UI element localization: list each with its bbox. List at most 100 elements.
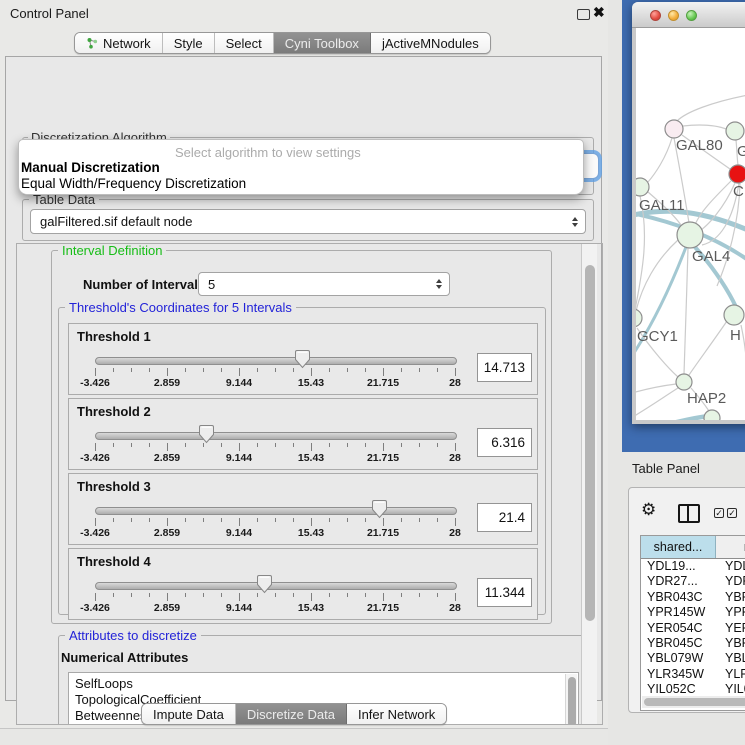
network-window-titlebar[interactable] <box>632 2 745 28</box>
tab-discretize-data[interactable]: Discretize Data <box>236 704 347 724</box>
interval-definition-groupbox: Interval Definition Number of Intervals … <box>51 250 552 624</box>
threshold-3-panel: Threshold 3-3.4262.8599.14415.4321.71528… <box>68 473 538 545</box>
slider-thumb[interactable] <box>198 424 215 444</box>
tab-label: jActiveMNodules <box>382 36 479 51</box>
network-node[interactable] <box>665 120 683 138</box>
scrollbar-thumb[interactable] <box>585 265 595 621</box>
slider-thumb[interactable] <box>294 349 311 369</box>
node-table: shared... n... YDL19...YDL1YDR27...YDR2Y… <box>640 535 745 711</box>
float-window-icon[interactable] <box>577 9 590 20</box>
network-edge[interactable] <box>741 325 745 390</box>
network-node[interactable] <box>636 309 642 327</box>
zoom-traffic-light[interactable] <box>686 10 697 21</box>
network-edge[interactable] <box>636 240 678 311</box>
right-region: GAL80GACGAL11GAL4HGCY1HAP2 Table Panel ⚙… <box>608 0 745 745</box>
threshold-4-panel: Threshold 4-3.4262.8599.14415.4321.71528… <box>68 548 538 620</box>
table-row[interactable]: YLR345WYLR3 <box>641 667 745 682</box>
tab-label: Impute Data <box>153 707 224 722</box>
slider-track[interactable] <box>95 432 457 440</box>
column-header-shared[interactable]: shared... <box>641 536 716 558</box>
threshold-rows: Threshold 1 -3.4262.8599.14415.4321.71528… <box>68 323 538 623</box>
slider-thumb[interactable] <box>256 574 273 594</box>
tab-infer-network[interactable]: Infer Network <box>347 704 446 724</box>
algorithm-option-equal-width[interactable]: Equal Width/Frequency Discretization <box>21 176 246 191</box>
slider-track[interactable] <box>95 507 457 515</box>
network-icon <box>86 37 98 49</box>
network-edge[interactable] <box>648 138 672 182</box>
network-edge[interactable] <box>636 415 715 420</box>
table-panel: ⚙ ✓ ✓ shared... n... YDL19...YDL1YDR27..… <box>628 487 745 713</box>
threshold-value-field[interactable]: 11.344 <box>477 578 532 607</box>
minimize-traffic-light[interactable] <box>668 10 679 21</box>
network-node[interactable] <box>676 374 692 390</box>
split-columns-icon[interactable] <box>678 504 700 523</box>
slider-thumb[interactable] <box>371 499 388 519</box>
algorithm-option-manual[interactable]: Manual Discretization <box>21 160 160 175</box>
slider-tick-labels: -3.4262.8599.14415.4321.71528 <box>95 452 455 464</box>
tab-jactivemnodules[interactable]: jActiveMNodules <box>371 33 490 53</box>
network-node[interactable] <box>724 305 744 325</box>
network-edge[interactable] <box>684 248 688 374</box>
threshold-label: Threshold 1 <box>77 329 151 344</box>
tab-label: Network <box>103 36 151 51</box>
threshold-value-field[interactable]: 21.4 <box>477 503 532 532</box>
table-row[interactable]: YBR043CYBR0 <box>641 590 745 605</box>
checkbox-icon[interactable]: ✓ <box>727 508 737 518</box>
slider-ticks <box>95 518 455 527</box>
table-row[interactable]: YDL19...YDL1 <box>641 559 745 574</box>
network-node-label: GA <box>737 143 745 160</box>
table-row[interactable]: YPR145WYPR1 <box>641 605 745 620</box>
tab-network[interactable]: Network <box>75 33 163 53</box>
tab-impute-data[interactable]: Impute Data <box>142 704 236 724</box>
scrollbar-thumb[interactable] <box>644 698 745 706</box>
thresholds-group-title: Threshold's Coordinates for 5 Intervals <box>65 300 296 315</box>
network-graph: GAL80GACGAL11GAL4HGCY1HAP2 <box>636 28 745 420</box>
control-panel: Control Panel ✖ Network Style Select Cyn… <box>0 0 609 745</box>
network-edge[interactable] <box>677 95 745 121</box>
table-row[interactable]: YBR045CYBR0 <box>641 636 745 651</box>
table-row[interactable]: YER054CYER0 <box>641 621 745 636</box>
network-canvas[interactable]: GAL80GACGAL11GAL4HGCY1HAP2 <box>636 28 745 420</box>
table-data-selected-value: galFiltered.sif default node <box>31 214 572 229</box>
num-intervals-combobox[interactable]: 5 <box>198 272 450 296</box>
close-traffic-light[interactable] <box>650 10 661 21</box>
network-node[interactable] <box>729 165 745 183</box>
tab-style[interactable]: Style <box>163 33 215 53</box>
checkbox-icon[interactable]: ✓ <box>714 508 724 518</box>
network-node[interactable] <box>726 122 744 140</box>
network-edge[interactable] <box>683 125 726 129</box>
tab-select[interactable]: Select <box>215 33 274 53</box>
network-edge[interactable] <box>636 247 686 376</box>
column-header-name[interactable]: n... <box>716 536 745 558</box>
bottom-strip <box>0 728 608 745</box>
attribute-list-item[interactable]: SelfLoops <box>69 676 578 692</box>
tab-cyni-toolbox[interactable]: Cyni Toolbox <box>274 33 371 53</box>
network-edge[interactable] <box>689 321 727 375</box>
threshold-value-field[interactable]: 6.316 <box>477 428 532 457</box>
table-row[interactable]: YBL079WYBL0 <box>641 651 745 666</box>
slider-track[interactable] <box>95 357 457 365</box>
slider-track[interactable] <box>95 582 457 590</box>
stepper-icon <box>572 217 578 227</box>
network-node[interactable] <box>677 222 703 248</box>
slider-tick-labels: -3.4262.8599.14415.4321.71528 <box>95 377 455 389</box>
network-node-label: GAL80 <box>676 137 723 154</box>
threshold-value-field[interactable]: 14.713 <box>477 353 532 382</box>
gear-icon[interactable]: ⚙ <box>641 500 656 520</box>
network-node[interactable] <box>704 410 720 420</box>
list-scrollbar[interactable] <box>565 674 577 724</box>
panel-title: Control Panel <box>10 6 89 21</box>
network-node-label: C <box>733 183 744 200</box>
table-data-groupbox: Table Data galFiltered.sif default node <box>22 199 594 241</box>
network-edge[interactable] <box>636 384 676 400</box>
horizontal-scrollbar[interactable] <box>642 696 745 708</box>
tab-label: Infer Network <box>358 707 435 722</box>
screen: Control Panel ✖ Network Style Select Cyn… <box>0 0 745 745</box>
table-data-combobox[interactable]: galFiltered.sif default node <box>30 209 586 234</box>
close-icon[interactable]: ✖ <box>593 4 605 20</box>
network-node[interactable] <box>636 178 649 196</box>
network-edge[interactable] <box>636 388 678 420</box>
tab-label: Select <box>226 36 262 51</box>
vertical-scrollbar[interactable] <box>581 244 597 724</box>
table-row[interactable]: YDR27...YDR2 <box>641 574 745 589</box>
